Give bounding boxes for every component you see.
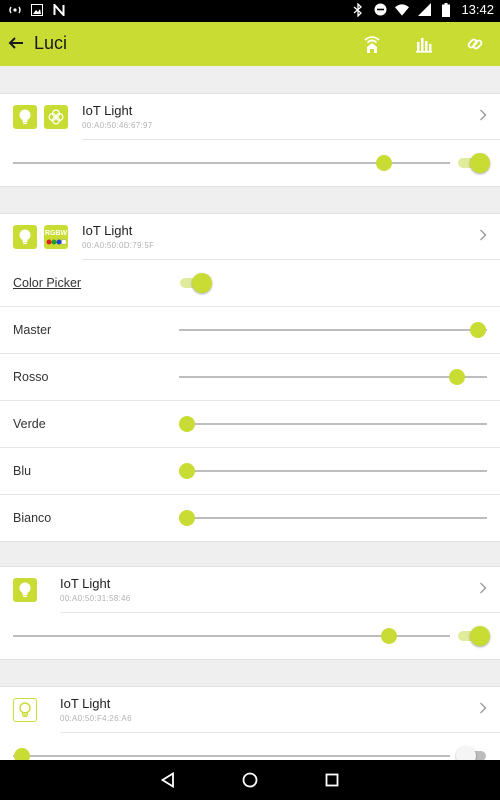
channel-label: Bianco xyxy=(13,511,52,525)
battery-icon xyxy=(439,2,453,17)
sync-icon xyxy=(8,3,22,17)
slider-thumb[interactable] xyxy=(179,463,195,479)
chevron-right-icon[interactable] xyxy=(478,581,488,595)
toggle-thumb xyxy=(456,746,476,760)
four-leaf-icon xyxy=(44,105,68,129)
n-app-icon xyxy=(52,3,66,17)
color-picker-row: Color Picker xyxy=(0,260,500,306)
page-title: Luci xyxy=(34,33,68,53)
status-bar: 13:42 xyxy=(0,0,500,22)
channel-label: Verde xyxy=(13,417,46,431)
slider-track xyxy=(179,423,487,425)
light-card: IoT Light 00:A0:50:F4:26:A6 xyxy=(0,686,500,760)
light-card-header[interactable]: IoT Light 00:A0:50:31:58:46 xyxy=(0,567,500,613)
toggle-thumb xyxy=(470,626,490,646)
toggle-thumb xyxy=(470,153,490,173)
slider-thumb[interactable] xyxy=(470,322,486,338)
image-icon xyxy=(30,3,44,17)
brightness-row xyxy=(0,733,500,760)
rgbw-badge-label: RGBW xyxy=(44,229,68,237)
channel-row-master: Master xyxy=(0,306,500,353)
bulb-icon xyxy=(13,225,37,249)
channel-row-blu: Blu xyxy=(0,447,500,494)
bulb-icon xyxy=(13,578,37,602)
light-card-header[interactable]: RGBW IoT Light 00:A0:50:0D:79:5F xyxy=(0,214,500,260)
color-picker-toggle[interactable] xyxy=(180,273,212,293)
light-name: IoT Light xyxy=(60,576,111,591)
status-time: 13:42 xyxy=(461,2,494,17)
light-mac-address: 00:A0:50:0D:79:5F xyxy=(82,241,155,250)
slider-thumb[interactable] xyxy=(449,369,466,385)
home-circle-icon[interactable] xyxy=(240,770,260,790)
light-mac-address: 00:A0:50:F4:26:A6 xyxy=(60,714,132,723)
toggle-thumb xyxy=(192,273,212,293)
slider-track xyxy=(13,755,450,757)
home-network-icon[interactable] xyxy=(362,34,382,54)
signal-icon xyxy=(417,3,431,17)
rgbw-icon: RGBW xyxy=(44,225,68,249)
slider-track xyxy=(179,376,487,378)
light-name: IoT Light xyxy=(60,696,111,711)
light-name: IoT Light xyxy=(82,223,133,238)
device-list: IoT Light 00:A0:50:46:67:97 RGBW IoT Lig… xyxy=(0,66,500,760)
navigation-bar xyxy=(0,760,500,800)
slider-thumb[interactable] xyxy=(179,510,195,526)
channel-label: Master xyxy=(13,323,52,337)
channel-label: Blu xyxy=(13,464,32,478)
do-not-disturb-icon xyxy=(373,3,387,17)
app-bar: Luci xyxy=(0,22,500,66)
slider-thumb[interactable] xyxy=(380,628,397,644)
brightness-row xyxy=(0,613,500,659)
bar-chart-icon[interactable] xyxy=(414,34,434,54)
bulb-outline-icon xyxy=(13,698,37,722)
light-card: IoT Light 00:A0:50:31:58:46 xyxy=(0,566,500,660)
channel-row-bianco: Bianco xyxy=(0,494,500,541)
slider-thumb[interactable] xyxy=(376,155,393,171)
light-card-header[interactable]: IoT Light 00:A0:50:F4:26:A6 xyxy=(0,687,500,733)
power-toggle[interactable] xyxy=(458,626,490,646)
recents-square-icon[interactable] xyxy=(322,770,342,790)
link-icon[interactable] xyxy=(465,34,485,54)
channel-row-rosso: Rosso xyxy=(0,353,500,400)
chevron-right-icon[interactable] xyxy=(478,108,488,122)
color-picker-link[interactable]: Color Picker xyxy=(13,276,81,290)
channel-label: Rosso xyxy=(13,370,49,384)
bluetooth-icon xyxy=(351,2,365,17)
slider-track xyxy=(179,517,487,519)
light-name: IoT Light xyxy=(82,103,133,118)
light-mac-address: 00:A0:50:46:67:97 xyxy=(82,121,153,130)
power-toggle[interactable] xyxy=(456,746,488,760)
back-arrow-icon[interactable] xyxy=(6,33,26,53)
brightness-row xyxy=(0,140,500,186)
power-toggle[interactable] xyxy=(458,153,490,173)
wifi-icon xyxy=(395,3,410,17)
rgbw-light-card: RGBW IoT Light 00:A0:50:0D:79:5F Color P… xyxy=(0,213,500,542)
slider-track xyxy=(179,470,487,472)
slider-thumb[interactable] xyxy=(13,748,30,760)
chevron-right-icon[interactable] xyxy=(478,228,488,242)
light-card: IoT Light 00:A0:50:46:67:97 xyxy=(0,93,500,187)
slider-thumb[interactable] xyxy=(179,416,195,432)
back-triangle-icon[interactable] xyxy=(158,770,178,790)
light-card-header[interactable]: IoT Light 00:A0:50:46:67:97 xyxy=(0,94,500,140)
light-mac-address: 00:A0:50:31:58:46 xyxy=(60,594,131,603)
bulb-icon xyxy=(13,105,37,129)
chevron-right-icon[interactable] xyxy=(478,701,488,715)
channel-row-verde: Verde xyxy=(0,400,500,447)
slider-track xyxy=(179,329,487,331)
